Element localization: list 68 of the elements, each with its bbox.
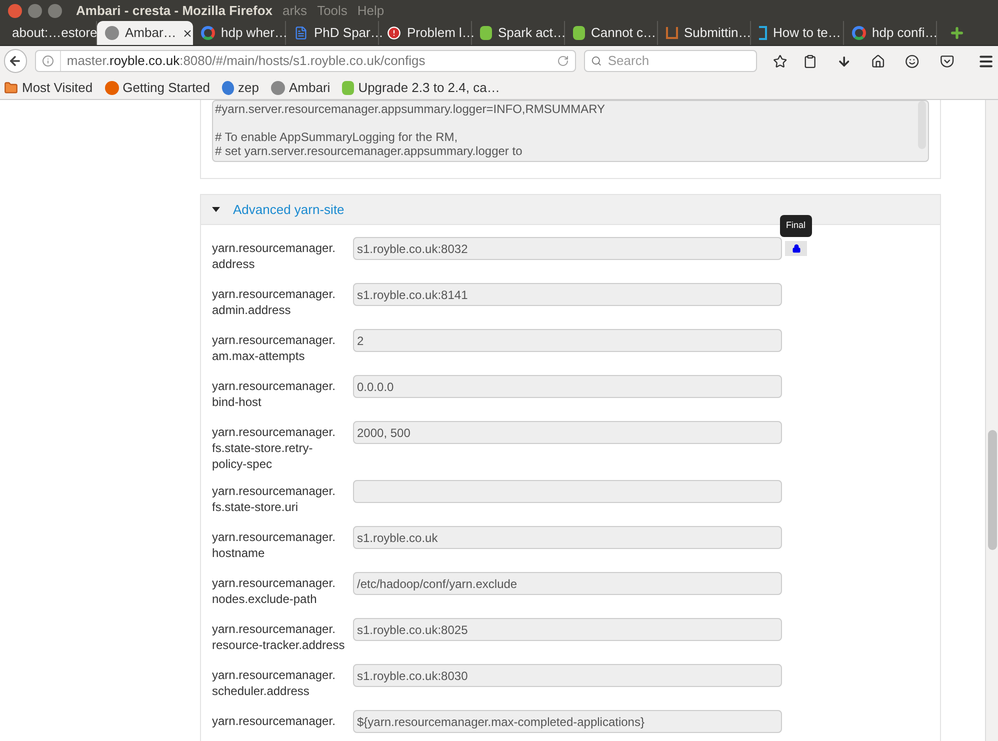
search-field[interactable]: Search — [584, 50, 757, 72]
browser-tab[interactable]: Cannot c… — [565, 21, 658, 45]
search-icon — [591, 55, 602, 67]
close-icon[interactable] — [182, 28, 194, 38]
minimize-icon[interactable] — [28, 4, 42, 18]
property-field[interactable]: ${yarn.resourcemanager.max-completed-applications} — [353, 710, 782, 733]
url-text: master.royble.co.uk:8080/#/main/hosts/s1.royble.co.uk/configs — [60, 51, 426, 71]
text-line: # To enable AppSummaryLogging for the RM, — [215, 130, 459, 144]
text-line: #yarn.server.resourcemanager.appsummary.logger=INFO,RMSUMMARY — [215, 102, 606, 116]
window-title: Ambari - cresta - Mozilla Firefox — [76, 2, 272, 20]
property-field[interactable]: s1.royble.co.uk:8141 — [353, 283, 782, 306]
maximize-icon[interactable] — [48, 4, 62, 18]
document-icon — [294, 26, 308, 40]
home-icon[interactable] — [871, 54, 886, 68]
property-field[interactable] — [353, 480, 782, 503]
lock-icon — [792, 244, 800, 253]
property-field[interactable]: 0.0.0.0 — [353, 375, 782, 398]
property-label: yarn.resourcemanager. address — [212, 240, 336, 273]
property-field[interactable]: s1.royble.co.uk — [353, 526, 782, 549]
reload-icon[interactable] — [557, 55, 570, 67]
search-input[interactable]: Search — [608, 51, 750, 71]
property-label: yarn.resourcemanager. hostname — [212, 529, 336, 562]
property-label: yarn.resourcemanager. am.max-attempts — [212, 332, 336, 365]
pocket-icon[interactable] — [940, 54, 954, 68]
bookmark-star-icon[interactable] — [772, 54, 787, 68]
browser-tab[interactable]: Submittin… — [658, 21, 751, 45]
bookmark-item[interactable]: Ambari — [271, 78, 330, 98]
text-line: # set yarn.server.resourcemanager.appsummary.logger to — [215, 144, 524, 158]
address-field[interactable]: master.royble.co.uk:8080/#/main/hosts/s1.royble.co.uk/configs — [34, 50, 576, 72]
alert-icon — [387, 26, 401, 40]
property-label: yarn.resourcemanager. nodes.exclude-path — [212, 575, 336, 608]
browser-tab[interactable]: Spark act… — [472, 21, 565, 45]
clipboard-icon[interactable] — [802, 54, 817, 68]
property-label: yarn.resourcemanager. admin.address — [212, 286, 336, 319]
info-icon[interactable] — [42, 55, 54, 67]
property-label: yarn.resourcemanager. resource-tracker.address — [212, 621, 346, 654]
new-tab-icon[interactable] — [949, 25, 965, 41]
property-label: yarn.resourcemanager. bind-host — [212, 378, 336, 411]
property-field[interactable]: s1.royble.co.uk:8030 — [353, 664, 782, 687]
scrollbar — [918, 101, 926, 149]
tooltip: Final — [780, 215, 812, 236]
folder-icon — [4, 80, 18, 94]
browser-tab[interactable]: Ambar… — [97, 21, 193, 45]
browser-tab[interactable]: hdp confi… — [844, 21, 937, 45]
download-icon[interactable] — [836, 54, 852, 68]
property-label: yarn.resourcemanager. fs.state-store.retry- policy-spec — [212, 424, 336, 472]
text-area[interactable]: #yarn.server.resourcemanager.appsummary.logger=INFO,RMSUMMARY # To enable AppSummaryLogging for the RM, # set yarn.server.resourcemanager.appsummary.logger to — [212, 100, 929, 162]
browser-tab[interactable]: hdp wher… — [193, 21, 286, 45]
bookmark-item[interactable]: Most Visited — [4, 78, 93, 98]
property-field[interactable]: s1.royble.co.uk:8025 — [353, 618, 782, 641]
property-field[interactable]: 2000, 500 — [353, 421, 782, 444]
property-label: yarn.resourcemanager. scheduler.address — [212, 667, 336, 700]
smiley-icon[interactable] — [905, 54, 920, 68]
brace-icon — [759, 26, 767, 40]
back-button[interactable] — [4, 49, 27, 73]
section-title: Advanced yarn-site — [233, 200, 344, 219]
bookmark-item[interactable]: Getting Started — [104, 78, 210, 98]
scrollbar-thumb[interactable] — [988, 430, 996, 550]
property-field[interactable]: /etc/hadoop/conf/yarn.exclude — [353, 572, 782, 595]
property-label: yarn.resourcemanager. — [212, 713, 336, 730]
bookmark-item[interactable]: zep — [222, 78, 259, 98]
final-toggle[interactable] — [785, 241, 807, 256]
browser-tab[interactable]: Problem l… — [379, 21, 472, 45]
property-field[interactable]: 2 — [353, 329, 782, 352]
bookmark-item[interactable]: Upgrade 2.3 to 2.4, ca… — [342, 78, 500, 98]
property-label: yarn.resourcemanager. fs.state-store.uri — [212, 483, 336, 516]
browser-tab[interactable]: How to te… — [751, 21, 844, 45]
property-field[interactable]: s1.royble.co.uk:8032 — [353, 237, 782, 260]
